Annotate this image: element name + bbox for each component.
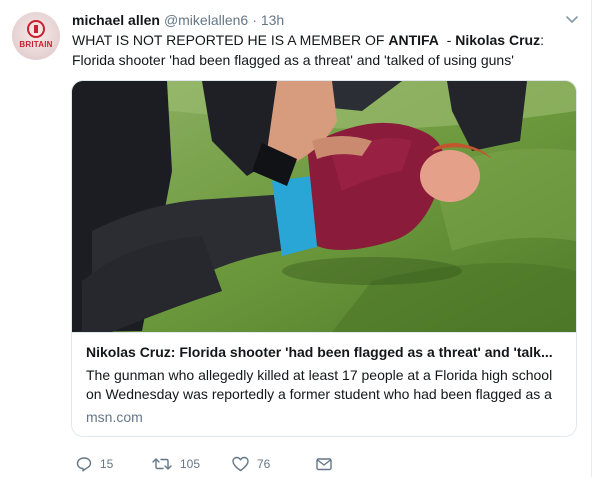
avatar[interactable]: BRITAIN <box>12 12 60 60</box>
retweet-icon <box>152 458 172 470</box>
separator-dot: · <box>252 12 257 28</box>
retweet-count: 105 <box>180 457 201 471</box>
retweet-button[interactable]: 105 <box>152 455 200 473</box>
tweet-text-line-1: WHAT IS NOT REPORTED HE IS A MEMBER OF A… <box>72 32 544 48</box>
timestamp[interactable]: 13h <box>261 12 284 28</box>
tweet-header: michael allen @mikelallen6 · 13h <box>72 11 580 31</box>
card-image[interactable] <box>72 81 576 332</box>
tweet-actions: 15 105 76 <box>72 455 372 475</box>
crest-icon <box>27 20 45 38</box>
author-name[interactable]: michael allen <box>72 12 160 28</box>
card-domain: msn.com <box>86 409 143 425</box>
link-card[interactable]: Nikolas Cruz: Florida shooter 'had been … <box>71 80 577 437</box>
like-button[interactable]: 76 <box>232 455 270 473</box>
tweet-text-line-2: Florida shooter 'had been flagged as a t… <box>72 52 514 68</box>
like-count: 76 <box>257 457 271 471</box>
avatar-text: BRITAIN <box>19 40 53 49</box>
chevron-down-icon[interactable] <box>564 13 580 27</box>
tweet-text: WHAT IS NOT REPORTED HE IS A MEMBER OF A… <box>72 30 572 70</box>
reply-icon <box>76 457 92 472</box>
reply-count: 15 <box>100 457 114 471</box>
card-title[interactable]: Nikolas Cruz: Florida shooter 'had been … <box>86 343 562 361</box>
reply-button[interactable]: 15 <box>76 455 113 473</box>
envelope-icon <box>316 458 332 471</box>
author-handle[interactable]: @mikelallen6 <box>164 12 248 28</box>
card-body[interactable]: Nikolas Cruz: Florida shooter 'had been … <box>72 332 576 436</box>
card-description: The gunman who allegedly killed at least… <box>86 367 553 402</box>
heart-icon <box>232 456 249 472</box>
direct-message-button[interactable] <box>316 455 332 473</box>
